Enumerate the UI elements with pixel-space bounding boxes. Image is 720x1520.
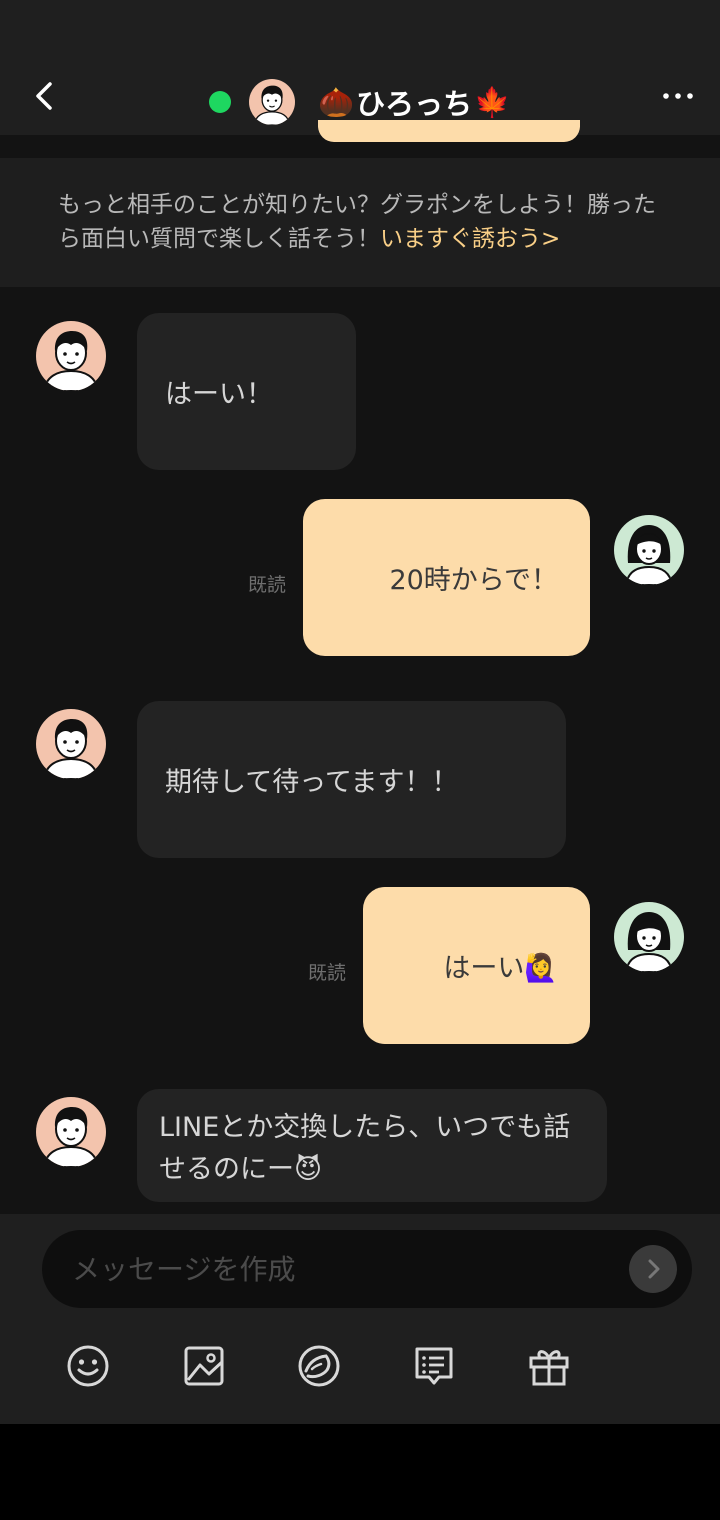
gift-button[interactable]: [526, 1343, 572, 1389]
partner-avatar[interactable]: [36, 1097, 106, 1167]
emoji-icon: [67, 1345, 109, 1387]
message-bubble-incoming[interactable]: はーい！: [137, 313, 356, 470]
read-receipt: 既読: [308, 962, 347, 984]
my-avatar[interactable]: [614, 902, 684, 972]
partner-name: ひろっち: [356, 87, 473, 121]
sticker-icon: [298, 1345, 340, 1387]
message-text: 20時からで！: [389, 565, 558, 596]
template-message-button[interactable]: [411, 1343, 457, 1389]
sticker-button[interactable]: [296, 1343, 342, 1389]
message-bubble-incoming[interactable]: LINEとか交換したら、いつでも話せるのにー😈: [137, 1089, 607, 1202]
message-bubble-incoming[interactable]: 期待して待ってます！！: [137, 701, 566, 858]
partner-avatar[interactable]: [249, 79, 295, 125]
message-text: はーい！: [165, 379, 273, 410]
message-text: 期待して待ってます！！: [165, 767, 459, 798]
read-receipt: 既読: [248, 574, 287, 596]
chat-header: 🌰 ひろっち 🍁: [0, 0, 720, 142]
online-status-dot: [209, 91, 231, 113]
message-bubble-outgoing[interactable]: 20時からで！: [303, 499, 590, 656]
chat-partner-info[interactable]: 🌰 ひろっち 🍁: [0, 76, 720, 128]
image-icon: [184, 1346, 224, 1386]
partner-avatar[interactable]: [36, 709, 106, 779]
image-button[interactable]: [181, 1343, 227, 1389]
chat-screen: 🌰 ひろっち 🍁 もっと相手のことが知りたい？グラポンをしよう！勝ったら面白い質…: [0, 0, 720, 1424]
more-options-icon[interactable]: [660, 86, 696, 106]
message-text: はーい🙋‍♀️: [443, 953, 558, 984]
partner-avatar[interactable]: [36, 321, 106, 391]
gift-icon: [529, 1350, 569, 1386]
emoji-button[interactable]: [65, 1343, 111, 1389]
grapon-banner[interactable]: もっと相手のことが知りたい？グラポンをしよう！勝ったら面白い質問で楽しく話そう！…: [0, 158, 720, 287]
message-input[interactable]: [72, 1230, 612, 1308]
maple-leaf-emoji: 🍁: [474, 84, 511, 119]
template-message-icon: [415, 1347, 453, 1385]
message-composer: [0, 1214, 720, 1424]
message-text: LINEとか交換したら、いつでも話せるのにー😈: [159, 1112, 571, 1185]
message-input-container[interactable]: [42, 1230, 692, 1308]
message-bubble-outgoing[interactable]: はーい🙋‍♀️: [363, 887, 590, 1044]
my-avatar[interactable]: [614, 515, 684, 585]
invite-link[interactable]: いますぐ誘おう>: [380, 226, 560, 252]
chestnut-emoji: 🌰: [318, 84, 355, 119]
chevron-right-icon: [648, 1259, 660, 1279]
send-button[interactable]: [629, 1245, 677, 1293]
chat-title: 🌰 ひろっち 🍁: [318, 82, 510, 122]
banner-text: もっと相手のことが知りたい？グラポンをしよう！勝ったら面白い質問で楽しく話そう！: [58, 192, 656, 252]
